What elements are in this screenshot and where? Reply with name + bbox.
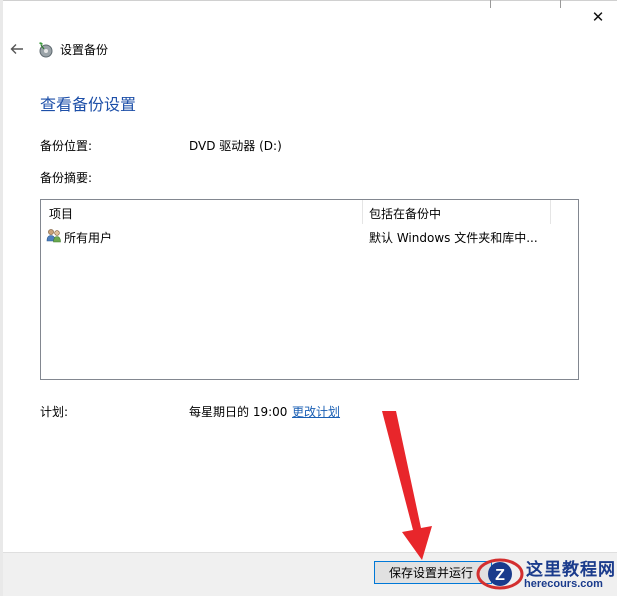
page-title: 查看备份设置: [40, 95, 137, 114]
title-bar-divider: [560, 0, 561, 8]
close-icon: ✕: [591, 8, 605, 26]
back-button[interactable]: [8, 40, 26, 58]
column-divider[interactable]: [362, 200, 363, 224]
item-included: 默认 Windows 文件夹和库中...: [369, 231, 538, 245]
back-arrow-icon: [10, 44, 23, 54]
schedule-label: 计划:: [40, 405, 69, 419]
backup-app-icon: [39, 42, 53, 58]
column-header-included[interactable]: 包括在备份中: [369, 205, 441, 222]
schedule-value: 每星期日的 19:00: [189, 405, 288, 419]
title-bar-divider: [490, 0, 491, 8]
svg-text:Z: Z: [495, 567, 505, 584]
backup-summary-label: 备份摘要:: [40, 171, 93, 185]
list-item[interactable]: 所有用户 默认 Windows 文件夹和库中...: [41, 226, 578, 246]
watermark-domain: herecours.com: [524, 578, 603, 590]
watermark-title: 这里教程网: [526, 560, 616, 580]
item-name: 所有用户: [64, 231, 113, 245]
list-header: 项目 包括在备份中: [41, 200, 578, 224]
window-left-edge: [0, 0, 3, 596]
close-button[interactable]: ✕: [585, 6, 611, 28]
save-and-run-label: 保存设置并运行: [389, 566, 474, 580]
change-schedule-link[interactable]: 更改计划: [292, 403, 340, 420]
window-title: 设置备份: [60, 43, 109, 57]
window-top-border: [0, 0, 617, 1]
column-divider[interactable]: [550, 200, 551, 224]
backup-settings-window: ✕ 设置备份 查看备份设置 备份位置: DVD 驱动器 (D:) 备份摘要: 项…: [0, 0, 617, 596]
backup-location-value: DVD 驱动器 (D:): [189, 139, 282, 153]
watermark-logo-icon: Z: [476, 558, 524, 590]
backup-summary-list[interactable]: 项目 包括在备份中 所有用户 默认 Windows 文件夹和库中...: [40, 199, 579, 380]
column-header-item[interactable]: 项目: [49, 205, 73, 222]
users-icon: [46, 229, 61, 243]
backup-location-label: 备份位置:: [40, 139, 93, 153]
